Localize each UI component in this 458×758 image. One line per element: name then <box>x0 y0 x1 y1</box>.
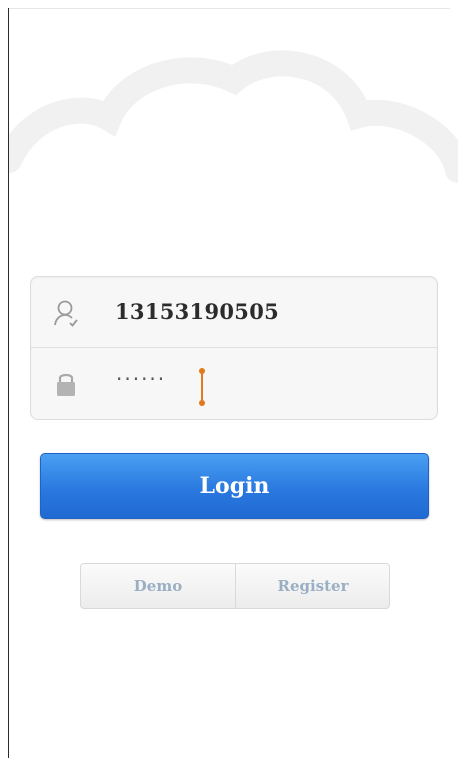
username-field[interactable]: 13153190505 <box>31 277 437 348</box>
password-value: ······ <box>116 367 167 391</box>
login-form: 13153190505 ······ <box>30 276 438 420</box>
lock-icon <box>57 373 75 396</box>
screen-top-border <box>8 8 450 9</box>
register-button[interactable]: Register <box>236 564 389 608</box>
demo-button[interactable]: Demo <box>81 564 235 608</box>
secondary-button-group: Demo Register <box>80 563 390 609</box>
login-screen: 13153190505 ······ Login Demo Register <box>0 0 458 758</box>
user-icon <box>54 300 78 327</box>
password-field[interactable]: ······ <box>31 348 437 419</box>
text-cursor <box>199 368 205 406</box>
username-value: 13153190505 <box>115 299 280 324</box>
cloud-icon <box>9 50 458 183</box>
login-button[interactable]: Login <box>40 453 429 519</box>
